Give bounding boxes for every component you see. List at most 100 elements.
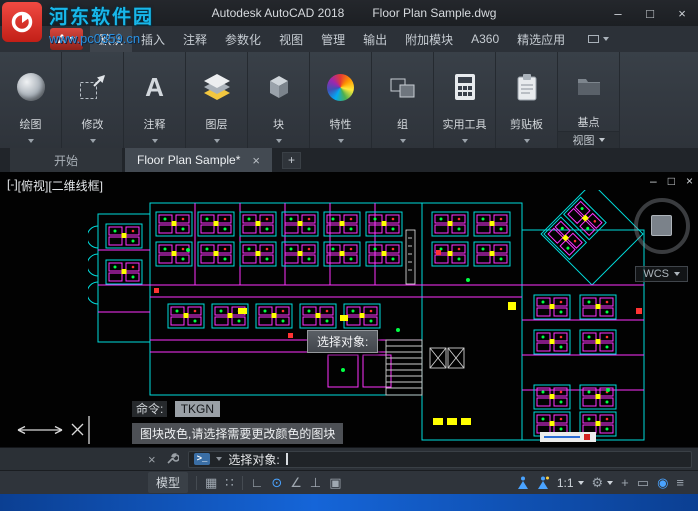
annotation-visibility-icon[interactable] <box>517 476 529 489</box>
command-history-highlight: TKGN <box>174 401 221 417</box>
document-close-button[interactable]: × <box>686 174 693 188</box>
chevron-down-icon <box>275 138 282 143</box>
ribbon-panel-layers[interactable]: 图层 <box>186 52 248 148</box>
ribbon-tab-parametric[interactable]: 参数化 <box>216 26 270 52</box>
command-input[interactable]: >_ 选择对象: <box>187 450 692 468</box>
command-prompt-text: 选择对象: <box>228 452 280 467</box>
chevron-down-icon <box>69 37 76 41</box>
ribbon-minimize-icon[interactable] <box>588 26 610 52</box>
application-menu-letter: A <box>57 32 67 46</box>
ribbon-panel-groups[interactable]: 组 <box>372 52 434 148</box>
divider <box>196 475 198 490</box>
group-icon <box>389 56 417 118</box>
application-menu-button[interactable]: A <box>50 28 83 50</box>
panel-label-block: 块 <box>273 119 284 131</box>
title-text: Autodesk AutoCAD 2018 Floor Plan Sample.… <box>120 6 588 20</box>
panel-label-draw: 绘图 <box>19 119 42 131</box>
ortho-icon[interactable]: ∟ <box>251 476 264 489</box>
annotate-icon: A <box>145 72 164 102</box>
annotation-autoscale-icon[interactable] <box>537 476 549 489</box>
chevron-down-icon <box>603 37 610 41</box>
wcs-label: WCS <box>643 268 669 280</box>
block-icon <box>264 56 294 118</box>
ribbon-panel-utilities[interactable]: 实用工具 <box>434 52 496 148</box>
customization-menu-icon[interactable]: ≡ <box>676 476 684 489</box>
ribbon-panel-clipboard[interactable]: 剪贴板 <box>496 52 558 148</box>
panel-label-layers: 图层 <box>205 119 228 131</box>
title-bar: Autodesk AutoCAD 2018 Floor Plan Sample.… <box>0 0 698 26</box>
viewport-visualstyle-control[interactable]: [二维线框] <box>48 177 103 194</box>
add-icon[interactable]: + <box>621 476 629 489</box>
file-tab-bar: 开始 Floor Plan Sample* × + <box>0 148 698 172</box>
grid-icon[interactable]: ▦ <box>205 476 217 489</box>
chevron-down-icon <box>213 138 220 143</box>
chevron-down-icon <box>674 272 680 276</box>
panel-label-modify: 修改 <box>81 119 104 131</box>
ribbon-panel-draw[interactable]: 绘图 <box>0 52 62 148</box>
chevron-down-icon <box>89 138 96 143</box>
commandline-close-icon[interactable]: × <box>148 452 156 467</box>
object-snap-tracking-icon[interactable]: ⊥ <box>310 476 321 489</box>
file-tab-start[interactable]: 开始 <box>10 148 123 172</box>
ribbon-tab-output[interactable]: 输出 <box>354 26 396 52</box>
watermark-bottom-bar <box>0 494 698 511</box>
chevron-down-icon <box>27 138 34 143</box>
ribbon-tab-a360[interactable]: A360 <box>462 26 508 52</box>
text-caret <box>285 453 288 465</box>
document-minimize-button[interactable]: – <box>650 174 657 188</box>
ribbon-tab-default[interactable]: 默认 <box>90 26 133 52</box>
close-button[interactable]: × <box>666 0 698 26</box>
ribbon-tab-view[interactable]: 视图 <box>270 26 312 52</box>
snap-icon[interactable]: ∷ <box>225 476 233 489</box>
calculator-icon <box>454 56 476 118</box>
ribbon-panel-modify[interactable]: 修改 <box>62 52 124 148</box>
command-message-line: 图块改色,请选择需要更改颜色的图块 <box>132 423 344 444</box>
command-prompt-icon: >_ <box>193 452 211 466</box>
ribbon-tab-featured-apps[interactable]: 精选应用 <box>508 26 574 52</box>
viewport-menu-control[interactable]: [-] <box>7 177 18 194</box>
ribbon-minimize-square <box>588 35 600 43</box>
layers-icon <box>202 56 232 118</box>
model-tab[interactable]: 模型 <box>148 472 189 493</box>
annotation-scale-control[interactable]: 1:1 <box>557 476 584 490</box>
panel-label-utilities: 实用工具 <box>442 119 487 131</box>
ribbon-tab-addins[interactable]: 附加模块 <box>396 26 462 52</box>
chevron-down-icon <box>523 138 530 143</box>
modify-icon <box>79 56 107 118</box>
ribbon-panel-properties[interactable]: 特性 <box>310 52 372 148</box>
viewport-view-control[interactable]: [俯视] <box>18 177 49 194</box>
maximize-button[interactable]: □ <box>634 0 666 26</box>
polar-tracking-icon[interactable]: ⊙ <box>271 476 282 489</box>
clipboard-icon <box>516 56 538 118</box>
file-tab-active[interactable]: Floor Plan Sample* × <box>125 148 272 172</box>
ribbon-tab-bar: A 默认 插入 注释 参数化 视图 管理 输出 附加模块 A360 精选应用 <box>0 26 698 52</box>
workspace-switching-control[interactable]: ⚙ <box>592 476 614 489</box>
ribbon-tab-insert[interactable]: 插入 <box>132 26 174 52</box>
ribbon-tab-annotate[interactable]: 注释 <box>174 26 216 52</box>
file-tab-close-icon[interactable]: × <box>252 153 260 168</box>
ribbon-panel-view[interactable]: 基点 视图 <box>558 52 620 148</box>
wcs-dropdown[interactable]: WCS <box>635 266 688 282</box>
isodraft-icon[interactable]: ∠ <box>290 476 302 489</box>
viewcube[interactable] <box>634 198 690 254</box>
command-history-line: 命令: TKGN <box>132 400 221 417</box>
viewcube-cube[interactable] <box>651 215 672 236</box>
new-tab-button[interactable]: + <box>282 151 301 169</box>
ribbon: 绘图 修改 A 注释 图层 块 特性 组 实用工具 剪贴板 基点 视图 <box>0 52 698 148</box>
graphics-performance-icon[interactable]: ◉ <box>657 476 668 489</box>
document-window-controls: – □ × <box>650 174 693 188</box>
minimize-button[interactable]: – <box>602 0 634 26</box>
ribbon-panel-block[interactable]: 块 <box>248 52 310 148</box>
isolate-objects-icon[interactable]: ▭ <box>637 476 649 489</box>
drawing-canvas[interactable]: [-] [俯视] [二维线框] – □ × WCS 选择对象: 命令: TKGN… <box>0 172 698 447</box>
wrench-icon[interactable] <box>165 452 179 466</box>
status-bar: 模型 ▦ ∷ ∟ ⊙ ∠ ⊥ ▣ 1:1 ⚙ + ▭ ◉ ≡ <box>0 470 698 494</box>
document-restore-button[interactable]: □ <box>668 174 675 188</box>
ribbon-tab-manage[interactable]: 管理 <box>312 26 354 52</box>
panel-label-annotate: 注释 <box>143 119 166 131</box>
view-panel-footer[interactable]: 视图 <box>558 131 619 148</box>
ribbon-panel-annotate[interactable]: A 注释 <box>124 52 186 148</box>
gear-icon: ⚙ <box>591 475 604 490</box>
recent-commands-icon[interactable] <box>216 457 223 461</box>
object-snap-icon[interactable]: ▣ <box>329 476 341 489</box>
